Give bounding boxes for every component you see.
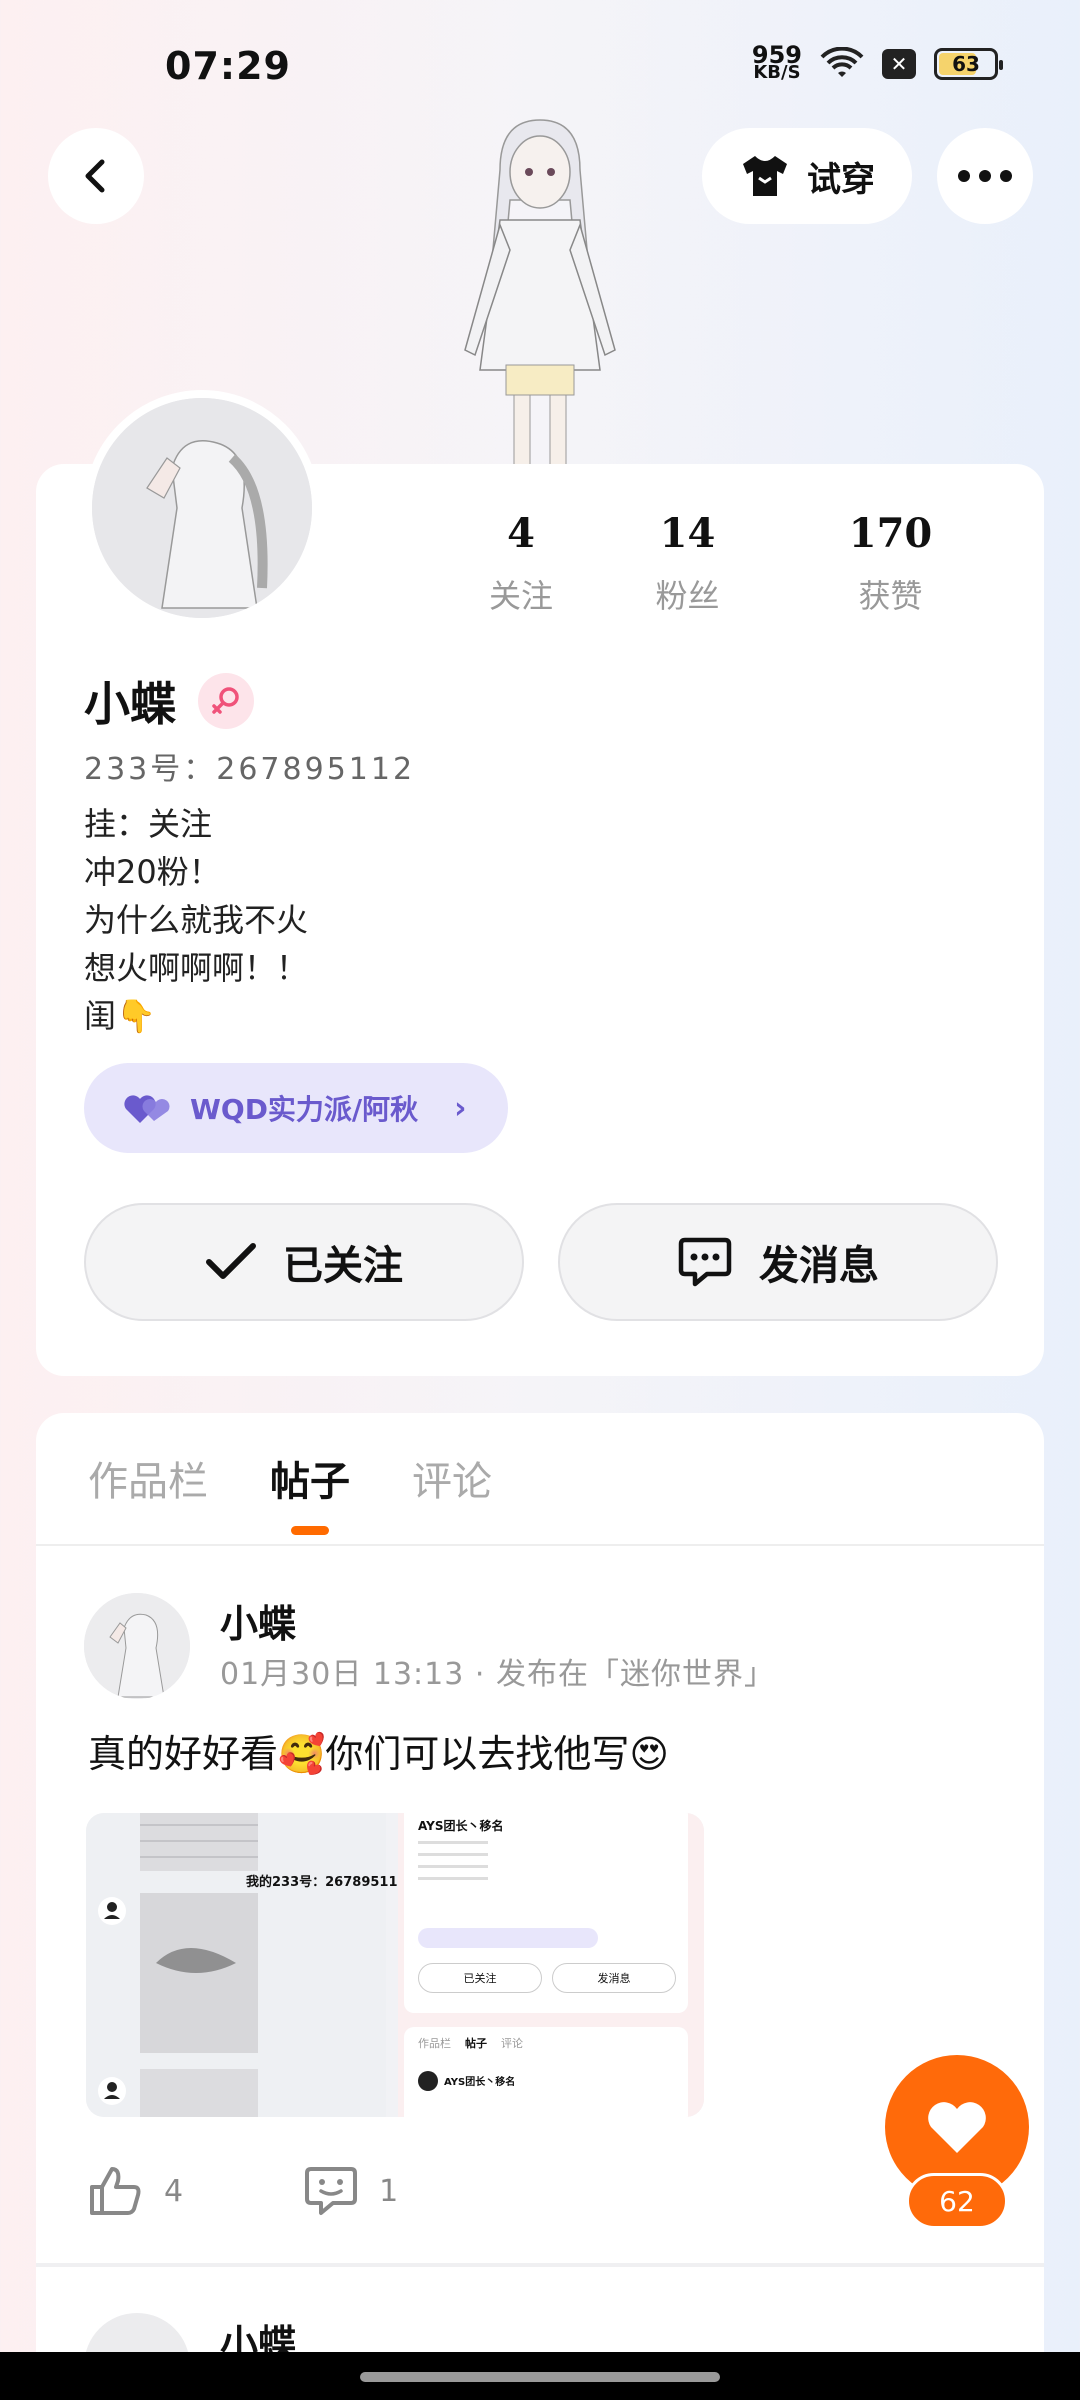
follow-label: 已关注	[283, 1243, 403, 1289]
bio-line: 想火啊啊啊！！	[84, 949, 309, 987]
image-left-panel: 我的233号：267895112	[86, 1813, 407, 2117]
chevron-left-icon	[85, 159, 105, 193]
network-speed: 959 KB/S	[751, 41, 802, 83]
stat-followers[interactable]: 14 粉丝	[586, 510, 789, 617]
no-sim-icon: ✕	[882, 49, 916, 79]
image-right-badge	[418, 1928, 598, 1948]
divider	[36, 2263, 1044, 2267]
stat-following[interactable]: 4 关注	[456, 510, 586, 617]
chevron-right-icon: ›	[454, 1090, 467, 1126]
comment-icon[interactable]	[303, 2165, 359, 2217]
battery-icon: 63	[934, 48, 1003, 80]
image-right-post-author: AYS团长丶移名	[444, 2077, 516, 2088]
image-right-tab: 评论	[501, 2037, 523, 2050]
image-right-tab: 帖子	[465, 2037, 487, 2050]
tab-bar: 作品栏 帖子 评论	[88, 1449, 492, 1519]
content-card: 作品栏 帖子 评论 小蝶 01月30日 13:13 · 发布在「迷你世界」 真的…	[36, 1413, 1044, 2400]
female-icon	[198, 673, 254, 729]
shirt-icon	[743, 156, 787, 196]
chat-bubble-icon	[678, 1237, 732, 1287]
avatar[interactable]	[84, 390, 320, 626]
divider	[36, 1544, 1044, 1546]
post-image[interactable]: 我的233号：267895112 AYS团长丶移名 已关注 发消息 作品栏 帖子	[86, 1813, 704, 2117]
status-time: 07:29	[165, 44, 291, 88]
user-id: 233号：267895112	[84, 752, 416, 787]
character-figure	[464, 119, 616, 465]
image-left-content	[98, 1813, 258, 2117]
stats-row: 4 关注 14 粉丝 170 获赞	[456, 510, 1006, 617]
image-right-post-avatar	[418, 2071, 438, 2091]
stat-value: 14	[659, 510, 716, 557]
system-nav-bar	[0, 2352, 1080, 2400]
avatar-image	[84, 1593, 190, 1699]
heart-icon	[928, 2102, 986, 2153]
tab-comments[interactable]: 评论	[412, 1449, 492, 1519]
thumbs-up-icon[interactable]	[88, 2165, 144, 2217]
tab-posts[interactable]: 帖子	[270, 1449, 350, 1519]
image-right-posts: 作品栏 帖子 评论 AYS团长丶移名	[404, 2027, 688, 2117]
image-right-follow: 已关注	[418, 1963, 542, 1993]
stat-value: 4	[507, 510, 535, 557]
bio-line: 挂：关注	[84, 805, 213, 843]
bio-line: 冲20粉！	[84, 853, 221, 891]
stat-label: 获赞	[858, 577, 923, 615]
image-right-name: AYS团长丶移名	[418, 1819, 504, 1833]
post-text: 真的好好看🥰你们可以去找他写😍	[88, 1732, 669, 1776]
name-row: 小蝶	[84, 668, 254, 734]
image-left-text: 我的233号：267895112	[246, 1875, 407, 1890]
like-count: 4	[164, 2173, 184, 2209]
message-label: 发消息	[759, 1243, 879, 1289]
image-right-tab: 作品栏	[418, 2037, 451, 2050]
profile-name: 小蝶	[84, 677, 176, 731]
image-right-card: AYS团长丶移名 已关注 发消息	[404, 1813, 688, 2013]
follow-button[interactable]: 已关注	[84, 1203, 524, 1321]
check-icon	[206, 1243, 256, 1279]
image-right-message: 发消息	[552, 1963, 676, 1993]
bio-line: 为什么就我不火	[84, 901, 309, 939]
try-on-label: 试穿	[807, 159, 875, 200]
image-right-lines	[418, 1841, 488, 1889]
message-button[interactable]: 发消息	[558, 1203, 998, 1321]
stat-likes[interactable]: 170 获赞	[789, 510, 992, 617]
try-on-button[interactable]: 试穿	[702, 128, 912, 224]
image-right-panel: AYS团长丶移名 已关注 发消息 作品栏 帖子 评论 AYS团长丶移名	[398, 1813, 704, 2117]
stat-label: 关注	[488, 577, 553, 615]
floating-like-count: 62	[906, 2173, 1008, 2229]
post-author[interactable]: 小蝶	[220, 1593, 296, 1648]
stat-value: 170	[848, 510, 933, 557]
back-button[interactable]	[48, 128, 144, 224]
status-icons: 959 KB/S ✕ 63	[751, 41, 1003, 83]
home-indicator[interactable]	[360, 2372, 720, 2382]
stat-label: 粉丝	[655, 577, 720, 615]
fan-badge-label: WQD实力派/阿秋	[190, 1093, 419, 1126]
post-avatar[interactable]	[84, 1593, 190, 1699]
post-actions: 4 1	[88, 2165, 398, 2217]
avatar-image	[92, 398, 312, 618]
more-button[interactable]	[937, 128, 1033, 224]
bio: 挂：关注 冲20粉！ 为什么就我不火 想火啊啊啊！！ 闺👇	[84, 800, 308, 1040]
wifi-icon	[820, 47, 864, 77]
more-dots-icon	[958, 170, 1012, 182]
post-meta: 01月30日 13:13 · 发布在「迷你世界」	[220, 1657, 775, 1692]
double-heart-icon	[124, 1095, 170, 1123]
tab-works[interactable]: 作品栏	[88, 1449, 208, 1519]
bio-line: 闺👇	[84, 997, 156, 1035]
fan-group-badge[interactable]: WQD实力派/阿秋 ›	[84, 1063, 508, 1153]
comment-count: 1	[379, 2173, 399, 2209]
